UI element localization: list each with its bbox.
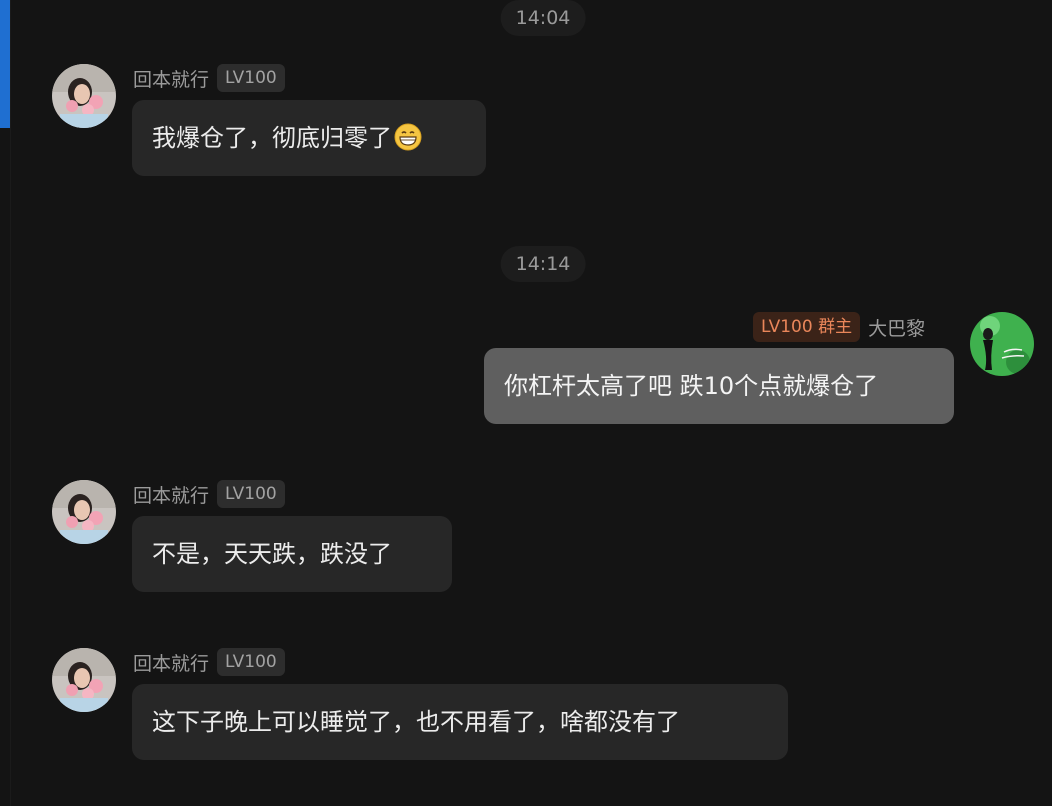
sender-row: 回本就行 LV100 — [133, 478, 285, 510]
sender-row: 回本就行 LV100 — [133, 646, 285, 678]
message-text: 这下子晚上可以睡觉了，也不用看了，啥都没有了 — [152, 708, 680, 736]
sender-row: 回本就行 LV100 — [133, 62, 285, 94]
sidebar-divider — [10, 0, 11, 806]
avatar-photo-icon — [970, 312, 1034, 376]
avatar-photo-icon — [52, 64, 116, 128]
sender-name[interactable]: 回本就行 — [133, 649, 209, 676]
message-text: 我爆仓了，彻底归零了 — [152, 124, 392, 152]
avatar[interactable] — [970, 312, 1034, 376]
avatar-photo-icon — [52, 648, 116, 712]
avatar[interactable] — [52, 64, 116, 128]
owner-level-badge: LV100 群主 — [753, 312, 861, 342]
avatar[interactable] — [52, 480, 116, 544]
avatar[interactable] — [52, 648, 116, 712]
grinning-face-emoji-icon — [394, 123, 422, 151]
sender-row: LV100 群主 大巴黎 — [753, 311, 925, 343]
message-bubble[interactable]: 不是，天天跌，跌没了 — [132, 516, 452, 592]
avatar-photo-icon — [52, 480, 116, 544]
message-text: 不是，天天跌，跌没了 — [152, 540, 392, 568]
message-text: 你杠杆太高了吧 跌10个点就爆仓了 — [504, 372, 879, 400]
sender-name[interactable]: 大巴黎 — [868, 314, 925, 341]
message-bubble[interactable]: 这下子晚上可以睡觉了，也不用看了，啥都没有了 — [132, 684, 788, 760]
message-bubble[interactable]: 你杠杆太高了吧 跌10个点就爆仓了 — [484, 348, 954, 424]
chat-window: 14:04 回本就行 LV100 我爆仓了，彻底归零了 14:14 LV100 … — [0, 0, 1052, 806]
level-badge: LV100 — [217, 480, 285, 508]
sender-name[interactable]: 回本就行 — [133, 65, 209, 92]
timestamp-pill: 14:14 — [500, 246, 586, 282]
scroll-indicator[interactable] — [0, 0, 10, 128]
level-badge: LV100 — [217, 64, 285, 92]
level-badge: LV100 — [217, 648, 285, 676]
message-bubble[interactable]: 我爆仓了，彻底归零了 — [132, 100, 486, 176]
timestamp-pill: 14:04 — [500, 0, 586, 36]
sender-name[interactable]: 回本就行 — [133, 481, 209, 508]
